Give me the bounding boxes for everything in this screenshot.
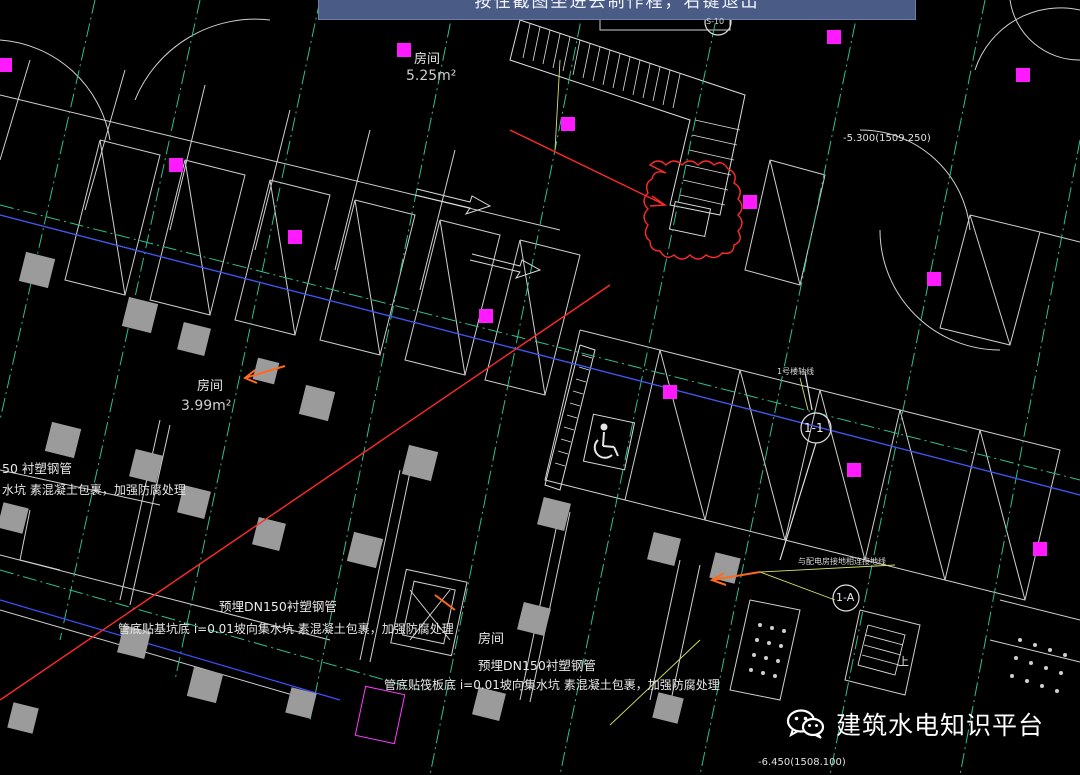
elevation-label-right: -5.300(1509.250) xyxy=(843,133,931,144)
axis-label: 1号楼轴线 xyxy=(777,367,815,376)
section-label-1-a: 1-A xyxy=(836,591,855,604)
screenshot-hint-banner: 按住截图坐进去制作程，右键退出 xyxy=(318,0,916,20)
pipe-label-center-title: 预埋DN150衬塑钢管 xyxy=(219,599,337,614)
pipe-label-bottom-note: 管底贴筏板底 i=0.01坡向集水坑 素混凝土包裹，加强防腐处理 xyxy=(384,678,720,692)
pipe-label-left-note: 水坑 素混凝土包裹，加强防腐处理 xyxy=(2,483,186,497)
watermark: 建筑水电知识平台 xyxy=(786,706,1044,742)
stair-up-label: 上 xyxy=(898,655,909,668)
pipe-label-center-note: 管底贴基坑底 i=0.01坡向集水坑 素混凝土包裹，加强防腐处理 xyxy=(118,622,454,636)
pipe-label-left-title: 50 衬塑钢管 xyxy=(2,461,72,476)
axis-bubble-label: S-10 xyxy=(706,17,725,26)
room-area-left: 3.99m² xyxy=(181,398,232,414)
pipe-label-bottom-title: 预埋DN150衬塑钢管 xyxy=(478,658,596,673)
ground-wire-note: 与配电房接地相连接地线 xyxy=(798,557,886,566)
room-area-top: 5.25m² xyxy=(406,68,457,84)
watermark-text: 建筑水电知识平台 xyxy=(835,711,1044,740)
room-label-left: 房间 xyxy=(197,379,224,394)
room-label-top: 房间 xyxy=(414,52,441,67)
wechat-icon xyxy=(786,708,826,740)
section-label-1-1: 1-1 xyxy=(804,421,824,435)
room-label-mid: 房间 xyxy=(478,632,505,647)
elevation-label-bottom: -6.450(1508.100) xyxy=(758,757,846,768)
